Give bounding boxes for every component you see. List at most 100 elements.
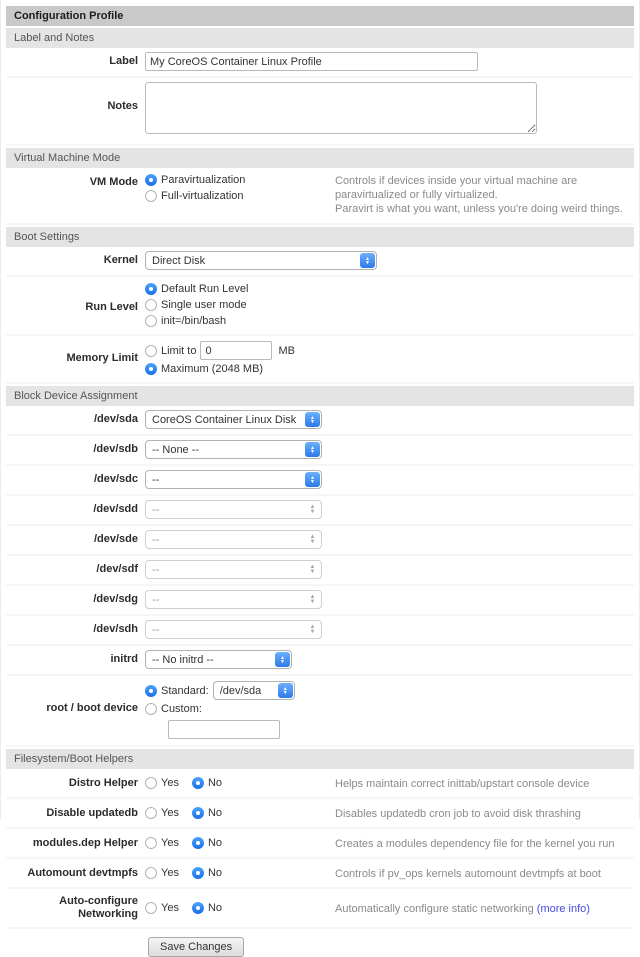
dev-sde-row: /dev/sde -- ▲▼ — [6, 526, 634, 556]
root-boot-device-row: root / boot device Standard: /dev/sda ▲▼… — [6, 676, 634, 747]
distro-helper-row: Distro Helper Yes No Helps maintain corr… — [6, 769, 634, 799]
distro-helper-yes-radio[interactable] — [145, 777, 157, 789]
modules-dep-yes-radio[interactable] — [145, 837, 157, 849]
single-user-mode-radio[interactable] — [145, 299, 157, 311]
standard-root-device-select[interactable]: /dev/sda ▲▼ — [213, 681, 295, 700]
paravirtualization-option-label: Paravirtualization — [161, 174, 245, 186]
label-row: Label — [6, 48, 634, 78]
dev-sdb-row: /dev/sdb -- None -- ▲▼ — [6, 436, 634, 466]
custom-root-option-label: Custom: — [161, 703, 202, 715]
dev-sdg-select[interactable]: -- ▲▼ — [145, 590, 322, 609]
select-stepper-icon: ▲▼ — [305, 592, 320, 607]
memory-limit-label: Memory Limit — [6, 340, 138, 365]
vm-mode-help-text: Controls if devices inside your virtual … — [335, 174, 623, 216]
maximum-memory-radio[interactable] — [145, 363, 157, 375]
select-stepper-icon: ▲▼ — [305, 502, 320, 517]
distro-helper-no-radio[interactable] — [192, 777, 204, 789]
dev-sdd-label: /dev/sdd — [6, 503, 138, 516]
section-boot-settings: Boot Settings — [6, 227, 634, 247]
distro-helper-help-text: Helps maintain correct inittab/upstart c… — [335, 777, 589, 791]
label-input[interactable] — [145, 52, 478, 71]
limit-to-radio[interactable] — [145, 345, 157, 357]
initrd-label: initrd — [6, 653, 138, 666]
disable-updatedb-yes-radio[interactable] — [145, 807, 157, 819]
modules-dep-helper-row: modules.dep Helper Yes No Creates a modu… — [6, 829, 634, 859]
modules-dep-no-radio[interactable] — [192, 837, 204, 849]
select-stepper-icon: ▲▼ — [305, 472, 320, 487]
notes-row: Notes — [6, 78, 634, 146]
dev-sdf-select[interactable]: -- ▲▼ — [145, 560, 322, 579]
automount-devtmpfs-help-text: Controls if pv_ops kernels automount dev… — [335, 867, 601, 881]
automount-devtmpfs-row: Automount devtmpfs Yes No Controls if pv… — [6, 859, 634, 889]
kernel-label: Kernel — [6, 251, 138, 267]
select-stepper-icon: ▲▼ — [305, 442, 320, 457]
dev-sde-label: /dev/sde — [6, 533, 138, 546]
paravirtualization-radio[interactable] — [145, 174, 157, 186]
dev-sdc-select[interactable]: -- ▲▼ — [145, 470, 322, 489]
limit-to-option-label: Limit to — [161, 345, 196, 357]
automount-devtmpfs-yes-radio[interactable] — [145, 867, 157, 879]
full-virtualization-radio[interactable] — [145, 190, 157, 202]
initrd-row: initrd -- No initrd -- ▲▼ — [6, 646, 634, 676]
modules-dep-helper-label: modules.dep Helper — [6, 837, 138, 850]
kernel-select[interactable]: Direct Disk ▲▼ — [145, 251, 377, 270]
no-label: No — [208, 807, 222, 819]
select-stepper-icon: ▲▼ — [305, 622, 320, 637]
notes-textarea[interactable] — [145, 82, 537, 134]
disable-updatedb-row: Disable updatedb Yes No Disables updated… — [6, 799, 634, 829]
auto-configure-networking-row: Auto-configure Networking Yes No Automat… — [6, 889, 634, 929]
select-stepper-icon: ▲▼ — [305, 412, 320, 427]
auto-configure-networking-label: Auto-configure Networking — [6, 895, 138, 921]
custom-root-input[interactable] — [168, 720, 280, 739]
dev-sda-label: /dev/sda — [6, 413, 138, 426]
maximum-memory-option-label: Maximum (2048 MB) — [161, 363, 263, 375]
default-run-level-radio[interactable] — [145, 283, 157, 295]
no-label: No — [208, 837, 222, 849]
dev-sdb-select[interactable]: -- None -- ▲▼ — [145, 440, 322, 459]
single-user-mode-option-label: Single user mode — [161, 299, 247, 311]
page: Configuration Profile Label and Notes La… — [0, 0, 640, 819]
standard-root-option-label: Standard: — [161, 685, 209, 697]
save-changes-button[interactable]: Save Changes — [148, 937, 244, 957]
dev-sdd-select[interactable]: -- ▲▼ — [145, 500, 322, 519]
standard-root-radio[interactable] — [145, 685, 157, 697]
yes-label: Yes — [161, 777, 179, 789]
dev-sde-select[interactable]: -- ▲▼ — [145, 530, 322, 549]
vm-mode-row: VM Mode Paravirtualization Full-virtuali… — [6, 168, 634, 225]
auto-configure-help-text: Automatically configure static networkin… — [335, 902, 590, 916]
label-field-label: Label — [6, 52, 138, 68]
auto-configure-no-radio[interactable] — [192, 902, 204, 914]
dev-sdd-row: /dev/sdd -- ▲▼ — [6, 496, 634, 526]
more-info-link[interactable]: (more info) — [537, 903, 590, 915]
automount-devtmpfs-no-radio[interactable] — [192, 867, 204, 879]
dev-sdc-row: /dev/sdc -- ▲▼ — [6, 466, 634, 496]
initrd-select[interactable]: -- No initrd -- ▲▼ — [145, 650, 292, 669]
memory-limit-row: Memory Limit Limit to MB Maximum (2048 M… — [6, 336, 634, 384]
modules-dep-help-text: Creates a modules dependency file for th… — [335, 837, 614, 851]
notes-field-label: Notes — [6, 82, 138, 113]
dev-sdh-label: /dev/sdh — [6, 623, 138, 636]
section-label-and-notes: Label and Notes — [6, 28, 634, 48]
dev-sdg-label: /dev/sdg — [6, 593, 138, 606]
no-label: No — [208, 902, 222, 914]
dev-sda-select[interactable]: CoreOS Container Linux Disk ▲▼ — [145, 410, 322, 429]
dev-sdf-row: /dev/sdf -- ▲▼ — [6, 556, 634, 586]
custom-root-radio[interactable] — [145, 703, 157, 715]
init-bin-bash-option-label: init=/bin/bash — [161, 315, 226, 327]
select-stepper-icon: ▲▼ — [278, 683, 293, 698]
memory-limit-input[interactable] — [200, 341, 272, 360]
select-stepper-icon: ▲▼ — [360, 253, 375, 268]
memory-limit-unit: MB — [278, 345, 295, 357]
select-stepper-icon: ▲▼ — [275, 652, 290, 667]
disable-updatedb-no-radio[interactable] — [192, 807, 204, 819]
disable-updatedb-label: Disable updatedb — [6, 807, 138, 820]
select-stepper-icon: ▲▼ — [305, 532, 320, 547]
automount-devtmpfs-label: Automount devtmpfs — [6, 867, 138, 880]
dev-sdh-select[interactable]: -- ▲▼ — [145, 620, 322, 639]
section-virtual-machine-mode: Virtual Machine Mode — [6, 148, 634, 168]
kernel-row: Kernel Direct Disk ▲▼ — [6, 247, 634, 277]
page-title: Configuration Profile — [6, 6, 634, 26]
auto-configure-yes-radio[interactable] — [145, 902, 157, 914]
init-bin-bash-radio[interactable] — [145, 315, 157, 327]
yes-label: Yes — [161, 837, 179, 849]
